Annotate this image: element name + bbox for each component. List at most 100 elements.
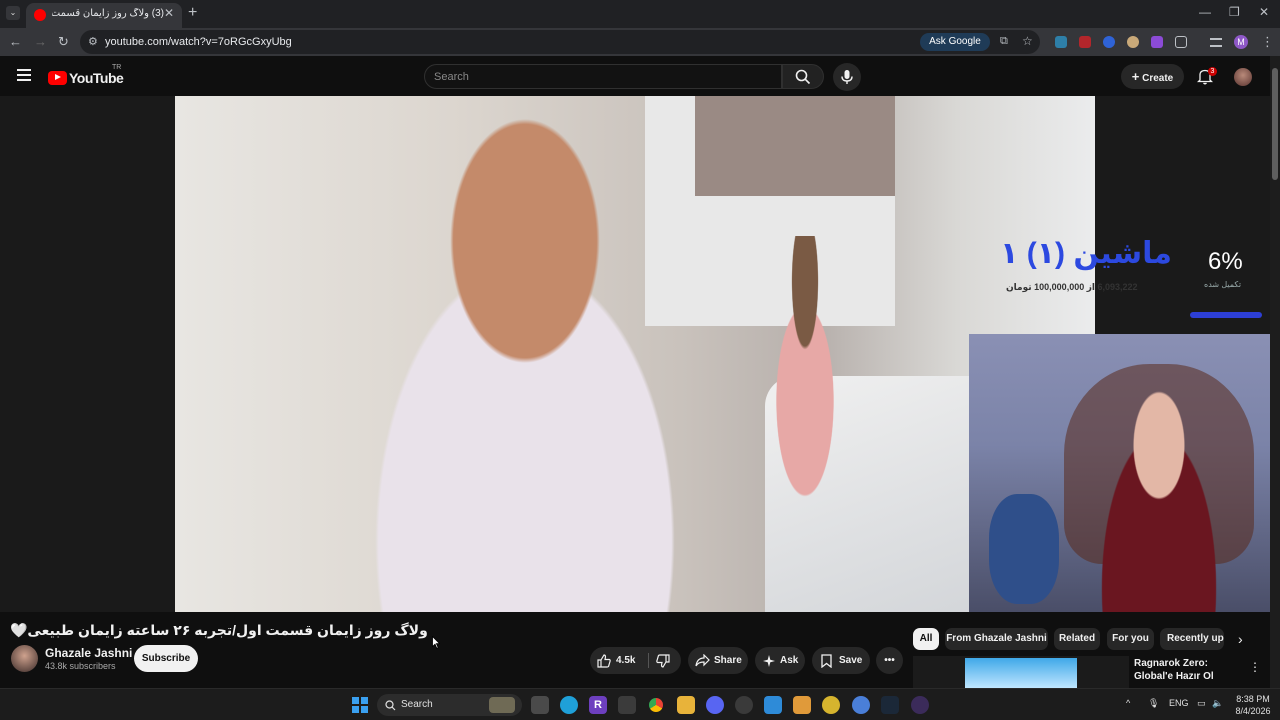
menu-icon[interactable]: [17, 69, 31, 81]
youtube-logo[interactable]: YouTube TR: [48, 64, 124, 87]
install-icon[interactable]: ⧉: [1000, 35, 1008, 48]
window-close-icon[interactable]: ✕: [1259, 5, 1269, 19]
chip-from-channel[interactable]: From Ghazale Jashni: [945, 628, 1048, 650]
app-icon[interactable]: [764, 696, 782, 714]
chevron-right-icon[interactable]: ›: [1238, 631, 1243, 647]
file-explorer-icon[interactable]: [677, 696, 695, 714]
minimize-icon[interactable]: —: [1199, 5, 1211, 19]
subscribe-button[interactable]: Subscribe: [134, 645, 198, 672]
discord-icon[interactable]: [706, 696, 724, 714]
taskbar-clock[interactable]: 8:38 PM 8/4/2026: [1229, 693, 1277, 717]
forward-icon[interactable]: →: [34, 34, 47, 49]
app-r-icon[interactable]: R: [589, 696, 607, 714]
task-view-icon[interactable]: [531, 696, 549, 714]
create-label: Create: [1142, 73, 1174, 84]
app-icon[interactable]: [793, 696, 811, 714]
extension-icon[interactable]: [1103, 36, 1115, 48]
donation-progress-text: 6,093,222 از 100,000,000 تومان: [1006, 282, 1138, 292]
app-icon[interactable]: [735, 696, 753, 714]
taskbar-search-input[interactable]: Search: [377, 694, 522, 716]
share-icon: [695, 654, 710, 667]
save-label: Save: [839, 655, 863, 666]
app-icon[interactable]: [852, 696, 870, 714]
ask-label: Ask: [780, 655, 799, 666]
new-tab-button[interactable]: +: [188, 4, 197, 22]
browser-menu-icon[interactable]: ⋮: [1261, 34, 1274, 50]
channel-avatar[interactable]: [11, 645, 38, 672]
sparkle-icon: [763, 655, 775, 667]
extension-icon[interactable]: [1127, 36, 1139, 48]
volume-icon[interactable]: 🔈: [1212, 698, 1223, 709]
language-indicator[interactable]: ENG: [1169, 698, 1189, 708]
like-divider: [648, 653, 649, 668]
notification-count-badge: 3: [1208, 67, 1217, 76]
media-player-icon[interactable]: [911, 696, 929, 714]
microphone-icon: [841, 70, 853, 84]
extension-icon[interactable]: [1151, 36, 1163, 48]
recommended-video-title[interactable]: Ragnarok Zero: Global'e Hazır Ol: [1134, 657, 1242, 683]
reload-icon[interactable]: ↻: [58, 34, 69, 50]
extensions-puzzle-icon[interactable]: [1175, 36, 1187, 48]
like-dislike-group: 4.5k: [590, 647, 681, 674]
taskbar-search-placeholder: Search: [401, 699, 433, 710]
windows-taskbar: Search R ^ 🎙 ENG ▭ 🔈 8:38 PM 8/4/2026: [0, 688, 1280, 720]
extension-icon[interactable]: [1079, 36, 1091, 48]
account-avatar[interactable]: [1234, 68, 1252, 86]
back-icon[interactable]: ←: [9, 34, 22, 49]
windows-start-icon[interactable]: [352, 697, 368, 713]
thumbs-up-icon: [597, 654, 611, 668]
more-actions-button[interactable]: •••: [876, 647, 903, 674]
share-label: Share: [714, 655, 742, 666]
thumbnail-image: [965, 658, 1077, 688]
address-bar[interactable]: ⚙ youtube.com/watch?v=7oRGcGxyUbg Ask Go…: [80, 30, 1040, 54]
search-placeholder: Search: [434, 71, 469, 83]
chip-recently-uploaded[interactable]: Recently uploaded: [1160, 628, 1224, 650]
tab-close-icon[interactable]: ✕: [164, 6, 174, 20]
chip-all[interactable]: All: [913, 628, 939, 650]
streamer-webcam: [969, 334, 1280, 612]
browser-tab-bar: ⌄ (3) ولاگ روز زایمان قسمت ا ✕ + — ❐ ✕: [0, 0, 1280, 28]
app-icon[interactable]: [822, 696, 840, 714]
restore-icon[interactable]: ❐: [1229, 5, 1240, 19]
chrome-icon[interactable]: [647, 696, 665, 714]
chip-related[interactable]: Related: [1054, 628, 1100, 650]
clock-date: 8/4/2026: [1235, 706, 1271, 716]
scrollbar-thumb[interactable]: [1272, 68, 1278, 180]
tab-search-button[interactable]: ⌄: [6, 6, 20, 20]
reading-list-icon[interactable]: [1210, 38, 1222, 47]
search-icon: [795, 69, 811, 85]
ask-google-button[interactable]: Ask Google: [920, 33, 990, 51]
chip-for-you[interactable]: For you: [1107, 628, 1154, 650]
network-icon[interactable]: ▭: [1197, 698, 1206, 709]
plus-icon: +: [1131, 69, 1140, 84]
more-horizontal-icon: •••: [884, 655, 895, 666]
clock-time: 8:38 PM: [1236, 694, 1270, 704]
video-frame[interactable]: [175, 96, 1095, 612]
app-icon[interactable]: [618, 696, 636, 714]
like-count: 4.5k: [616, 655, 636, 666]
search-button[interactable]: [782, 64, 824, 89]
save-button[interactable]: Save: [812, 647, 870, 674]
microphone-tray-icon[interactable]: 🎙: [1148, 698, 1159, 709]
video-title: ولاگ روز زایمان قسمت اول/تجربه ۲۶ ساعته …: [10, 622, 428, 638]
browser-tab[interactable]: (3) ولاگ روز زایمان قسمت ا ✕: [26, 3, 182, 28]
create-button[interactable]: + Create: [1121, 64, 1184, 89]
tab-title: (3) ولاگ روز زایمان قسمت ا: [52, 8, 164, 19]
extension-icon[interactable]: [1055, 36, 1067, 48]
share-button[interactable]: Share: [688, 647, 748, 674]
ask-button[interactable]: Ask: [755, 647, 805, 674]
search-input[interactable]: Search: [424, 64, 782, 89]
video-scene-man: [755, 236, 855, 536]
more-vertical-icon[interactable]: ⋮: [1249, 660, 1261, 674]
channel-name[interactable]: Ghazale Jashni: [45, 646, 132, 660]
site-info-icon[interactable]: ⚙: [88, 35, 98, 48]
bookmark-star-icon[interactable]: ☆: [1022, 34, 1033, 48]
voice-search-button[interactable]: [833, 63, 861, 91]
donation-title: ماشین (۱) ۱: [1000, 237, 1172, 270]
browser-profile-avatar[interactable]: M: [1234, 35, 1248, 49]
edge-icon[interactable]: [560, 696, 578, 714]
bookmark-icon: [821, 654, 832, 668]
tray-chevron-icon[interactable]: ^: [1126, 698, 1130, 708]
steam-icon[interactable]: [881, 696, 899, 714]
recommended-video-thumbnail[interactable]: [913, 656, 1129, 688]
